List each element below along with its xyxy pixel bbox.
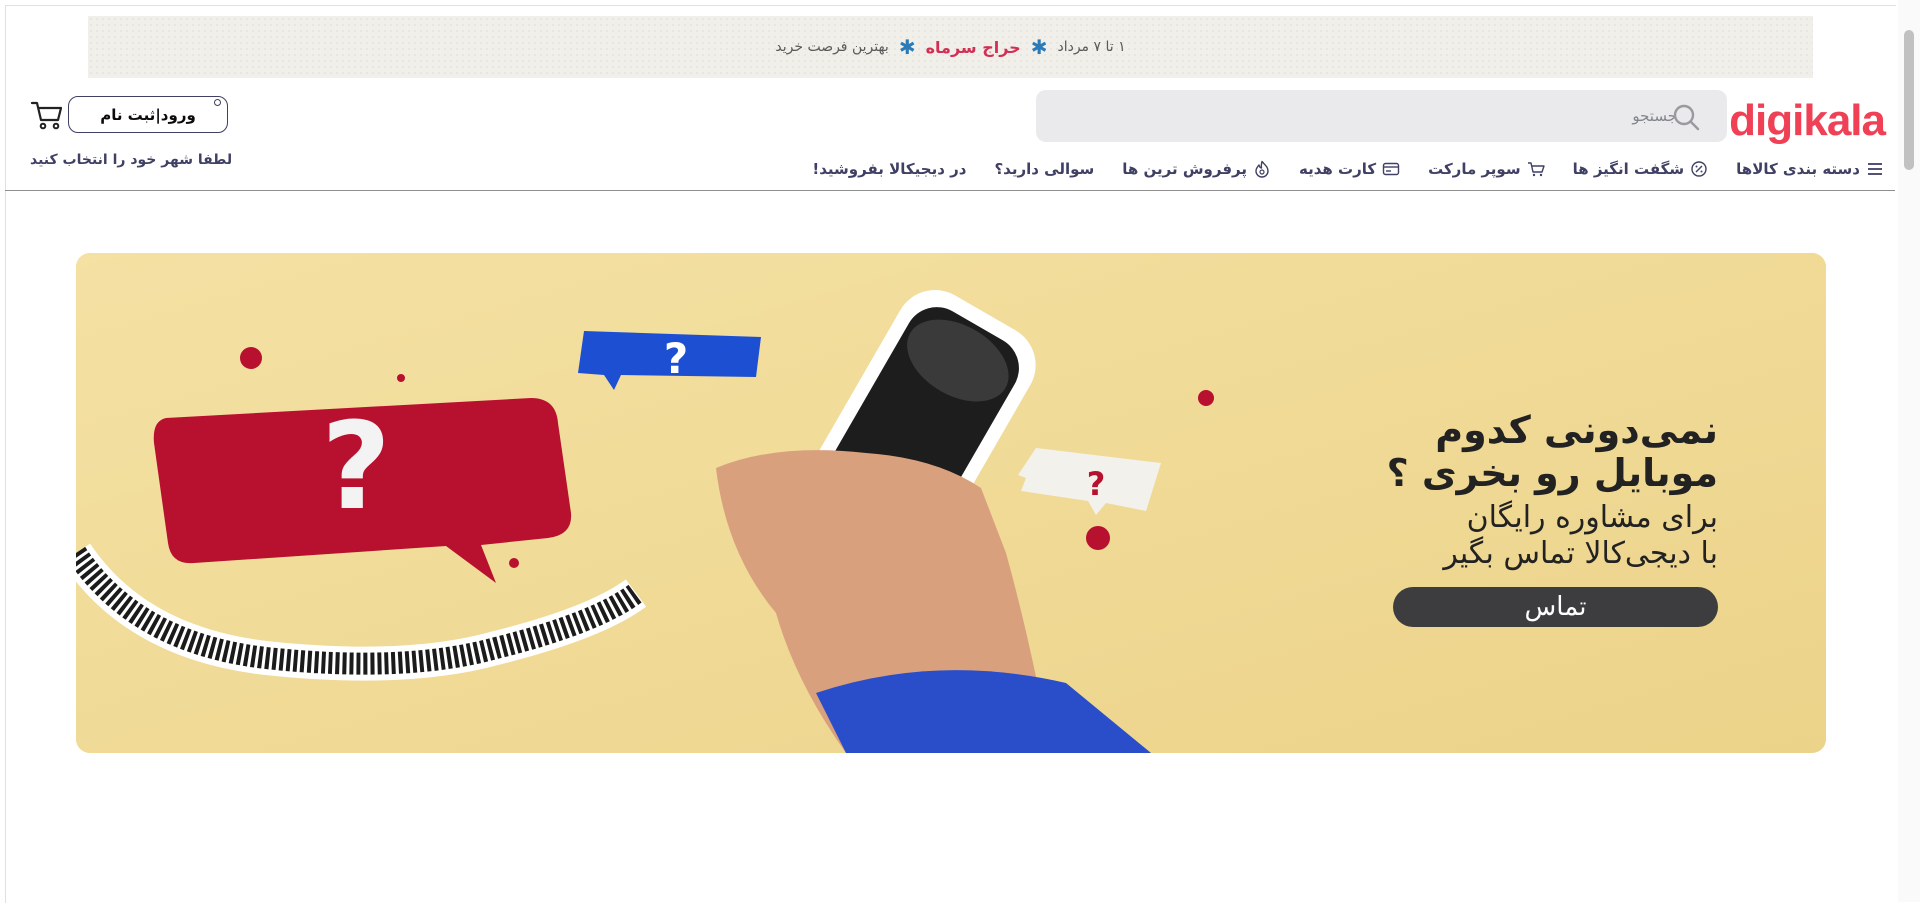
promo-strip[interactable]: ۱ تا ۷ مرداد ✱ حراج سرماه ✱ بهترین فرصت … [88, 16, 1813, 78]
nav-item-label: کارت هدیه [1298, 160, 1377, 178]
nav-item-gift-card[interactable]: کارت هدیه [1299, 160, 1400, 178]
hero-banner[interactable]: ? ? ? نمی‌دونی کدوم موبایل رو [76, 253, 1826, 753]
city-selector[interactable]: لطفا شهر خود را انتخاب کنید [30, 152, 232, 168]
nav-item-label: در دیجیکالا بفروشید! [812, 160, 967, 178]
fire-icon [1255, 160, 1269, 178]
nav-item-label: پرفروش ترین ها [1122, 160, 1247, 178]
nav-item-faq[interactable]: سوالی دارید؟ [994, 160, 1094, 178]
scrollbar-thumb[interactable] [1904, 30, 1914, 170]
scrollbar[interactable] [1898, 0, 1920, 902]
nav-item-supermarket[interactable]: سوپر مارکت [1428, 160, 1545, 178]
main-nav: دسته بندی کالاها شگفت انگیز ها سوپر مارک… [812, 155, 1884, 183]
search-icon [1673, 104, 1700, 131]
gift-card-icon [1382, 162, 1400, 176]
login-badge-icon [214, 99, 221, 106]
svg-text:?: ? [321, 398, 391, 537]
nav-item-categories[interactable]: دسته بندی کالاها [1736, 160, 1884, 178]
nav-item-sell-on-digikala[interactable]: در دیجیکالا بفروشید! [812, 160, 966, 178]
promo-tagline: بهترین فرصت خرید [775, 39, 889, 55]
search-input[interactable] [1036, 106, 1679, 126]
banner-call-button[interactable]: تماس [1393, 587, 1718, 627]
nav-item-label: سوالی دارید؟ [994, 160, 1095, 178]
nav-item-label: سوپر مارکت [1428, 160, 1521, 178]
promo-sale-label: حراج سرماه [925, 37, 1021, 57]
header-divider [5, 190, 1895, 191]
svg-text:?: ? [1087, 465, 1106, 503]
nav-item-label: شگفت انگیز ها [1572, 160, 1685, 178]
digikala-logo[interactable]: digikala [1729, 96, 1886, 146]
basket-icon [1527, 162, 1545, 177]
svg-text:?: ? [664, 334, 688, 383]
promo-dates: ۱ تا ۷ مرداد [1057, 39, 1126, 55]
star-icon: ✱ [898, 35, 916, 59]
nav-item-bestsellers[interactable]: پرفروش ترین ها [1122, 160, 1271, 178]
nav-item-label: دسته بندی کالاها [1736, 160, 1860, 178]
discount-icon [1691, 161, 1707, 177]
nav-item-amazing-offers[interactable]: شگفت انگیز ها [1573, 160, 1709, 178]
banner-headline-2: موبایل رو بخری ؟ [1386, 451, 1718, 495]
search-bar[interactable] [1036, 90, 1727, 142]
menu-icon [1868, 163, 1882, 175]
banner-subtext-1: برای مشاوره رایگان [1466, 500, 1718, 535]
cart-icon[interactable] [30, 99, 64, 131]
banner-subtext-2: با دیجی‌کالا تماس بگیر [1443, 536, 1718, 571]
star-icon: ✱ [1030, 35, 1048, 59]
login-button[interactable]: ورود|ثبت نام [68, 96, 228, 133]
banner-headline-1: نمی‌دونی کدوم [1435, 408, 1718, 452]
